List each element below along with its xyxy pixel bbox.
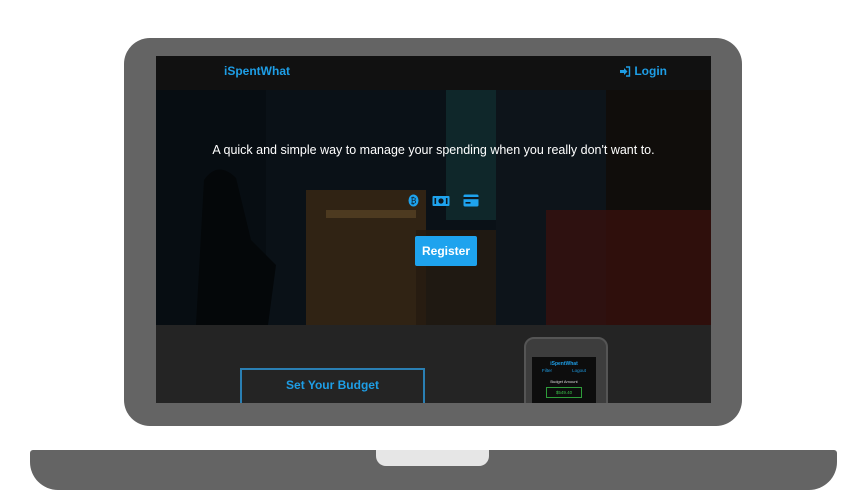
brand-logo[interactable]: iSpentWhat bbox=[224, 64, 290, 78]
register-button[interactable]: Register bbox=[415, 236, 477, 266]
laptop-notch bbox=[376, 450, 489, 466]
hero-tagline: A quick and simple way to manage your sp… bbox=[212, 143, 655, 157]
laptop-screen: iSpentWhat Login A quick and simple way … bbox=[156, 56, 711, 403]
login-link[interactable]: Login bbox=[619, 64, 667, 78]
payment-icons: ₿ bbox=[408, 194, 479, 207]
bitcoin-icon: ₿ bbox=[408, 194, 419, 207]
phone-nav: Filter Logout bbox=[532, 368, 596, 373]
navbar: iSpentWhat Login bbox=[156, 56, 711, 90]
features-section: Set Your Budget iSpentWhat Filter Logout… bbox=[156, 325, 711, 403]
phone-mockup: iSpentWhat Filter Logout Budget Amount $… bbox=[524, 337, 608, 403]
credit-card-icon bbox=[463, 194, 479, 207]
hero-section: A quick and simple way to manage your sp… bbox=[156, 90, 711, 325]
phone-screen: iSpentWhat Filter Logout Budget Amount $… bbox=[532, 357, 596, 403]
login-label: Login bbox=[634, 64, 667, 78]
city-background-image bbox=[156, 90, 711, 325]
phone-filter-link: Filter bbox=[542, 368, 553, 373]
sign-in-icon bbox=[620, 65, 631, 77]
phone-budget-amount: $549.40 bbox=[546, 387, 582, 398]
phone-logout-link: Logout bbox=[572, 368, 586, 373]
set-budget-card[interactable]: Set Your Budget bbox=[240, 368, 425, 403]
svg-text:₿: ₿ bbox=[411, 197, 417, 206]
phone-budget-label: Budget Amount bbox=[550, 379, 578, 384]
phone-brand: iSpentWhat bbox=[550, 361, 578, 367]
cash-icon bbox=[432, 195, 450, 206]
